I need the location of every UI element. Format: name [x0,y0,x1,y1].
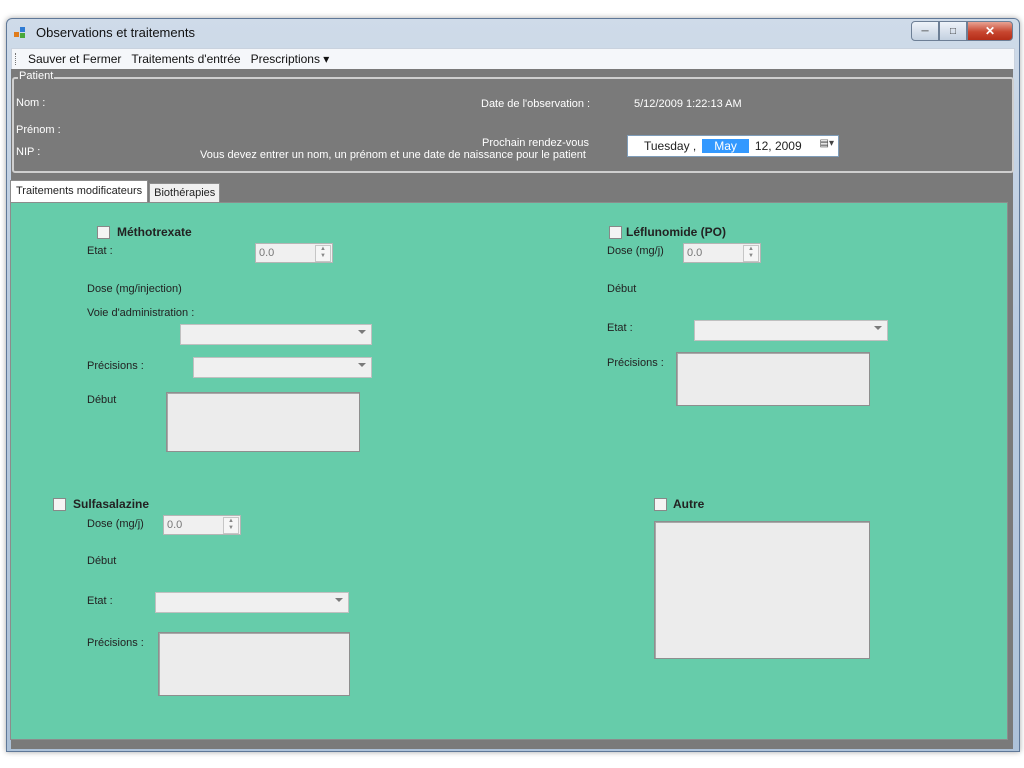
date-observation-label: Date de l'observation : [481,98,591,110]
sulfasalazine-dose-stepper[interactable]: 0.0 ▲ ▼ [163,515,241,535]
sulfasalazine-dose-value: 0.0 [167,519,183,531]
menu-save-close[interactable]: Sauver et Fermer [23,52,126,66]
leflunomide-dose-label: Dose (mg/j) [607,245,664,257]
title-bar[interactable]: Observations et traitements ─ □ ✕ [7,19,1019,47]
leflunomide-dose-stepper[interactable]: 0.0 ▲ ▼ [683,243,761,263]
leflunomide-debut-label: Début [607,283,637,295]
autre-checkbox[interactable] [654,498,667,511]
window-title: Observations et traitements [36,25,195,40]
leflunomide-checkbox[interactable] [609,226,622,239]
methotrexate-checkbox[interactable] [97,226,110,239]
next-appointment-label: Prochain rendez-vous [482,137,590,149]
appointment-date-picker[interactable]: Tuesday , May 12, 2009 ▤▾ [627,135,839,157]
sulfasalazine-precisions-textbox[interactable] [158,632,350,696]
patient-group-title: Patient [18,70,55,82]
tab-traitements-modificateurs[interactable]: Traitements modificateurs [10,180,149,202]
nom-label: Nom : [16,97,46,109]
methotrexate-precisions-select[interactable] [193,357,372,378]
chevron-down-icon [874,326,882,330]
sulfasalazine-title: Sulfasalazine [73,497,150,511]
methotrexate-precisions-label: Précisions : [87,360,144,372]
methotrexate-etat-value: 0.0 [259,247,275,259]
leflunomide-dose-value: 0.0 [687,247,703,259]
autre-title: Autre [673,497,705,511]
prenom-label: Prénom : [16,124,61,136]
leflunomide-etat-select[interactable] [694,320,888,341]
menu-entry-treatments[interactable]: Traitements d'entrée [126,52,245,66]
close-icon[interactable]: ✕ [967,21,1013,41]
tab-strip: Traitements modificateurs Biothérapies [10,180,221,202]
methotrexate-dose-label: Dose (mg/injection) [87,283,182,295]
chevron-down-icon [335,598,343,602]
sulfasalazine-debut-label: Début [87,555,117,567]
sulfasalazine-dose-label: Dose (mg/j) [87,518,144,530]
chevron-down-icon [358,330,366,334]
methotrexate-voie-select[interactable] [180,324,372,345]
sulfasalazine-checkbox[interactable] [53,498,66,511]
autre-textbox[interactable] [654,521,870,659]
stepper-arrows-icon[interactable]: ▲ ▼ [315,245,331,262]
methotrexate-etat-label: Etat : [87,245,113,257]
methotrexate-debut-textbox[interactable] [166,392,360,452]
stepper-arrows-icon[interactable]: ▲ ▼ [223,517,239,534]
sulfasalazine-precisions-label: Précisions : [87,637,144,649]
leflunomide-etat-label: Etat : [607,322,633,334]
date-day[interactable]: Tuesday , [644,139,696,153]
date-month[interactable]: May [702,139,749,153]
maximize-icon[interactable]: □ [939,21,967,41]
tab-biotherapies[interactable]: Biothérapies [149,183,221,202]
calendar-icon[interactable]: ▤▾ [820,138,834,149]
chevron-down-icon [358,363,366,367]
methotrexate-title: Méthotrexate [117,225,192,239]
sulfasalazine-etat-select[interactable] [155,592,349,613]
leflunomide-precisions-label: Précisions : [607,357,664,369]
toolbar-grip[interactable] [15,53,19,65]
date-observation-value: 5/12/2009 1:22:13 AM [634,98,742,110]
nip-label: NIP : [16,146,41,158]
date-rest[interactable]: 12, 2009 [755,139,802,153]
methotrexate-etat-stepper[interactable]: 0.0 ▲ ▼ [255,243,333,263]
methotrexate-voie-label: Voie d'administration : [87,307,195,319]
leflunomide-title: Léflunomide (PO) [626,225,726,239]
leflunomide-precisions-textbox[interactable] [676,352,870,406]
methotrexate-debut-label: Début [87,394,117,406]
menu-prescriptions[interactable]: Prescriptions ▾ [246,52,335,66]
app-icon [14,27,25,38]
patient-warning: Vous devez entrer un nom, un prénom et u… [200,149,586,161]
stepper-arrows-icon[interactable]: ▲ ▼ [743,245,759,262]
menu-bar: Sauver et Fermer Traitements d'entrée Pr… [11,48,1015,70]
sulfasalazine-etat-label: Etat : [87,595,113,607]
minimize-icon[interactable]: ─ [911,21,939,41]
